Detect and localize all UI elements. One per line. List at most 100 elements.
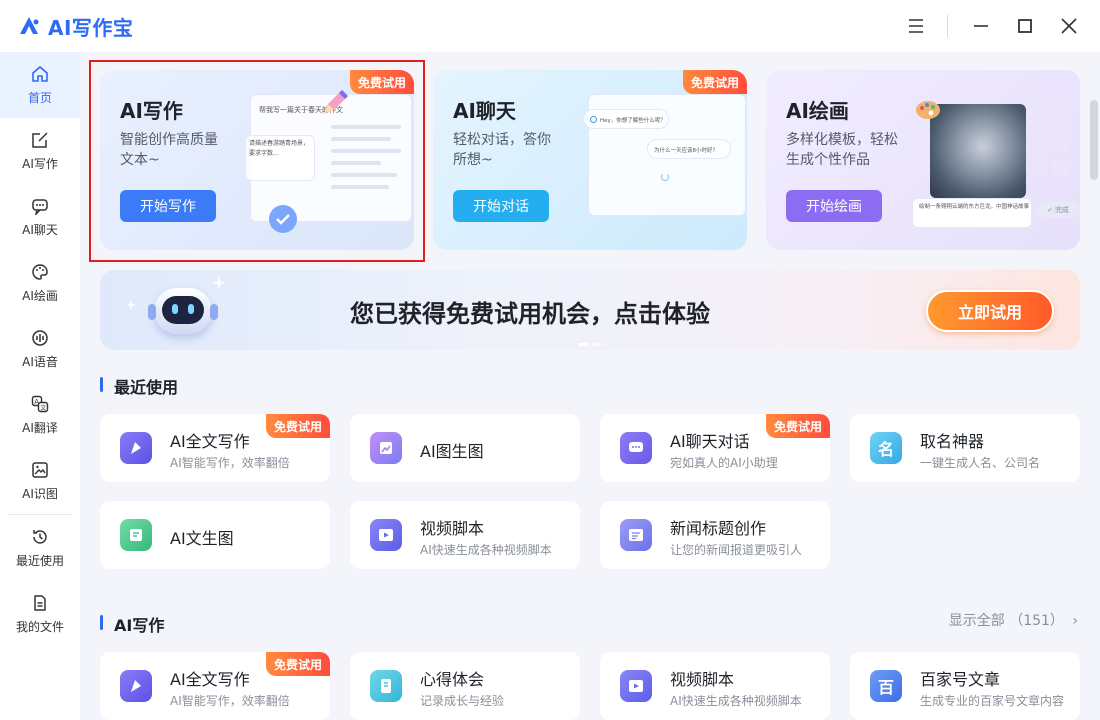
logo-icon <box>20 17 39 34</box>
tool-card-naming[interactable]: 名 取名神器 一键生成人名、公司名 <box>850 414 1080 482</box>
history-icon <box>33 529 47 544</box>
sparkle-icon <box>212 276 226 290</box>
feature-card-ai-writing[interactable]: AI写作 智能创作高质量文本~ 开始写作 免费试用 帮我写一篇关于春天的作文 请… <box>100 70 414 250</box>
show-all-label: 显示全部 （151） <box>948 613 1064 629</box>
tool-card-text-to-image[interactable]: AI文生图 <box>100 501 330 569</box>
banner-pagination[interactable] <box>576 343 604 346</box>
tool-card-ai-chat[interactable]: AI聊天对话 宛如真人的AI小助理 免费试用 <box>600 414 830 482</box>
sidebar-item-label: AI绘画 <box>22 288 58 303</box>
video-script-icon <box>370 519 402 551</box>
chevron-right-icon: › <box>1072 613 1078 629</box>
sidebar-item-ai-chat[interactable]: AI聊天 <box>0 184 80 250</box>
card-name: AI全文写作 <box>170 432 250 451</box>
feature-desc: 多样化模板，轻松生成个性作品 <box>786 132 898 168</box>
card-name: 取名神器 <box>920 432 985 451</box>
card-desc: 让您的新闻报道更吸引人 <box>670 543 803 557</box>
card-name: AI图生图 <box>420 442 484 461</box>
free-trial-badge: 免费试用 <box>682 70 747 94</box>
tool-card-video-script[interactable]: 视频脚本 AI快速生成各种视频脚本 <box>350 501 580 569</box>
start-writing-button[interactable]: 开始写作 <box>120 190 216 222</box>
chat-bubble-user-text: 为什么一天应该8小时好？ <box>654 148 719 154</box>
card-desc: 生成专业的百家号文章内容 <box>920 694 1065 708</box>
card-name: AI全文写作 <box>170 670 250 689</box>
feature-card-ai-chat[interactable]: AI聊天 轻松对话，答你所想~ 开始对话 免费试用 Hey，你想了解些什么呢？ … <box>433 70 747 250</box>
tool-card-experience[interactable]: 心得体会 记录成长与经验 <box>350 652 580 720</box>
card-name: 新闻标题创作 <box>670 519 767 538</box>
card-desc: AI智能写作，效率翻倍 <box>170 694 290 708</box>
section-title-ai-writing: AI写作 <box>100 612 164 636</box>
card-desc: 记录成长与经验 <box>420 694 505 708</box>
done-chip: ✓ 完成 <box>1036 202 1080 218</box>
sidebar-item-ai-recognize[interactable]: AI识图 <box>0 448 80 514</box>
sidebar-item-label: AI写作 <box>22 156 58 171</box>
tool-card-news-title[interactable]: 新闻标题创作 让您的新闻报道更吸引人 <box>600 501 830 569</box>
sidebar-item-home[interactable]: 首页 <box>0 52 80 118</box>
image-recognition-icon <box>32 461 48 478</box>
card-name: 心得体会 <box>420 670 485 689</box>
card-desc: 一键生成人名、公司名 <box>920 456 1041 470</box>
baijiahao-icon: 百 <box>870 670 902 702</box>
edit-icon <box>32 131 48 148</box>
palette-icon <box>32 263 48 280</box>
preview-reply: 请描述春游踏青场景，要求字数... <box>249 140 310 157</box>
main-content: AI写作 智能创作高质量文本~ 开始写作 免费试用 帮我写一篇关于春天的作文 请… <box>80 52 1088 720</box>
check-icon: ✓ <box>1047 206 1053 214</box>
translate-icon: A文 <box>31 395 49 412</box>
start-chat-button[interactable]: 开始对话 <box>453 190 549 222</box>
tool-card-fulltext-writing[interactable]: AI全文写作 AI智能写作，效率翻倍 免费试用 <box>100 414 330 482</box>
sidebar-item-ai-voice[interactable]: AI语音 <box>0 316 80 382</box>
tool-card-baijiahao[interactable]: 百 百家号文章 生成专业的百家号文章内容 <box>850 652 1080 720</box>
chat-preview: Hey，你想了解些什么呢？ 为什么一天应该8小时好？ <box>583 94 746 216</box>
feature-card-ai-painting[interactable]: AI绘画 多样化模板，轻松生成个性作品 开始绘画 绘制一条翱翔云端的东方巨龙，中… <box>766 70 1080 250</box>
experience-icon <box>370 670 402 702</box>
card-name: AI文生图 <box>170 529 234 548</box>
tool-card-image-to-image[interactable]: AI图生图 <box>350 414 580 482</box>
title-divider <box>947 15 948 37</box>
feature-title: AI绘画 <box>786 99 849 123</box>
painting-prompt-box: 绘制一条翱翔云端的东方巨龙，中国神话故事 <box>912 198 1032 228</box>
svg-text:文: 文 <box>40 404 46 412</box>
video-script-icon <box>620 670 652 702</box>
robot-mascot-icon <box>148 278 218 342</box>
sidebar-item-label: AI翻译 <box>22 420 58 435</box>
sidebar-item-ai-writing[interactable]: AI写作 <box>0 118 80 184</box>
card-desc: AI快速生成各种视频脚本 <box>420 543 552 557</box>
sidebar-item-ai-painting[interactable]: AI绘画 <box>0 250 80 316</box>
free-trial-banner[interactable]: 您已获得免费试用机会，点击体验 立即试用 <box>100 270 1080 350</box>
chat-bubble-ai: Hey，你想了解些什么呢？ <box>583 109 669 129</box>
ai-chat-icon <box>620 432 652 464</box>
section-title-recent: 最近使用 <box>100 374 178 398</box>
app-title: AI写作宝 <box>48 15 134 40</box>
scrollbar[interactable] <box>1090 100 1098 180</box>
sidebar-item-recent[interactable]: 最近使用 <box>0 515 80 581</box>
palette-icon <box>916 101 940 119</box>
sidebar-item-label: 我的文件 <box>15 619 64 634</box>
loading-spinner <box>661 173 669 181</box>
feature-title: AI聊天 <box>453 99 516 123</box>
close-icon <box>1061 18 1077 34</box>
maximize-icon <box>1018 19 1032 33</box>
sparkle-icon <box>126 300 136 310</box>
feature-title: AI写作 <box>120 99 183 123</box>
fulltext-write-icon <box>120 670 152 702</box>
check-circle-icon <box>269 205 297 233</box>
close-button[interactable] <box>1052 9 1086 43</box>
card-desc: AI智能写作，效率翻倍 <box>170 456 290 470</box>
card-name: 视频脚本 <box>670 670 735 689</box>
menu-button[interactable] <box>899 9 933 43</box>
pencil-icon <box>324 90 348 114</box>
minimize-button[interactable] <box>964 9 998 43</box>
sidebar-item-ai-translate[interactable]: A文 AI翻译 <box>0 382 80 448</box>
try-now-button[interactable]: 立即试用 <box>926 290 1054 332</box>
show-all-link[interactable]: 显示全部 （151） › <box>949 610 1078 630</box>
tool-card-fulltext-writing[interactable]: AI全文写作 AI智能写作，效率翻倍 免费试用 <box>100 652 330 720</box>
image-to-image-icon <box>370 432 402 464</box>
maximize-button[interactable] <box>1008 9 1042 43</box>
voice-icon <box>32 329 48 346</box>
start-painting-button[interactable]: 开始绘画 <box>786 190 882 222</box>
app-logo: AI写作宝 <box>18 12 133 41</box>
fulltext-write-icon <box>120 432 152 464</box>
sidebar-item-my-files[interactable]: 我的文件 <box>0 581 80 647</box>
tool-card-video-script[interactable]: 视频脚本 AI快速生成各种视频脚本 <box>600 652 830 720</box>
done-label: 完成 <box>1054 206 1069 214</box>
